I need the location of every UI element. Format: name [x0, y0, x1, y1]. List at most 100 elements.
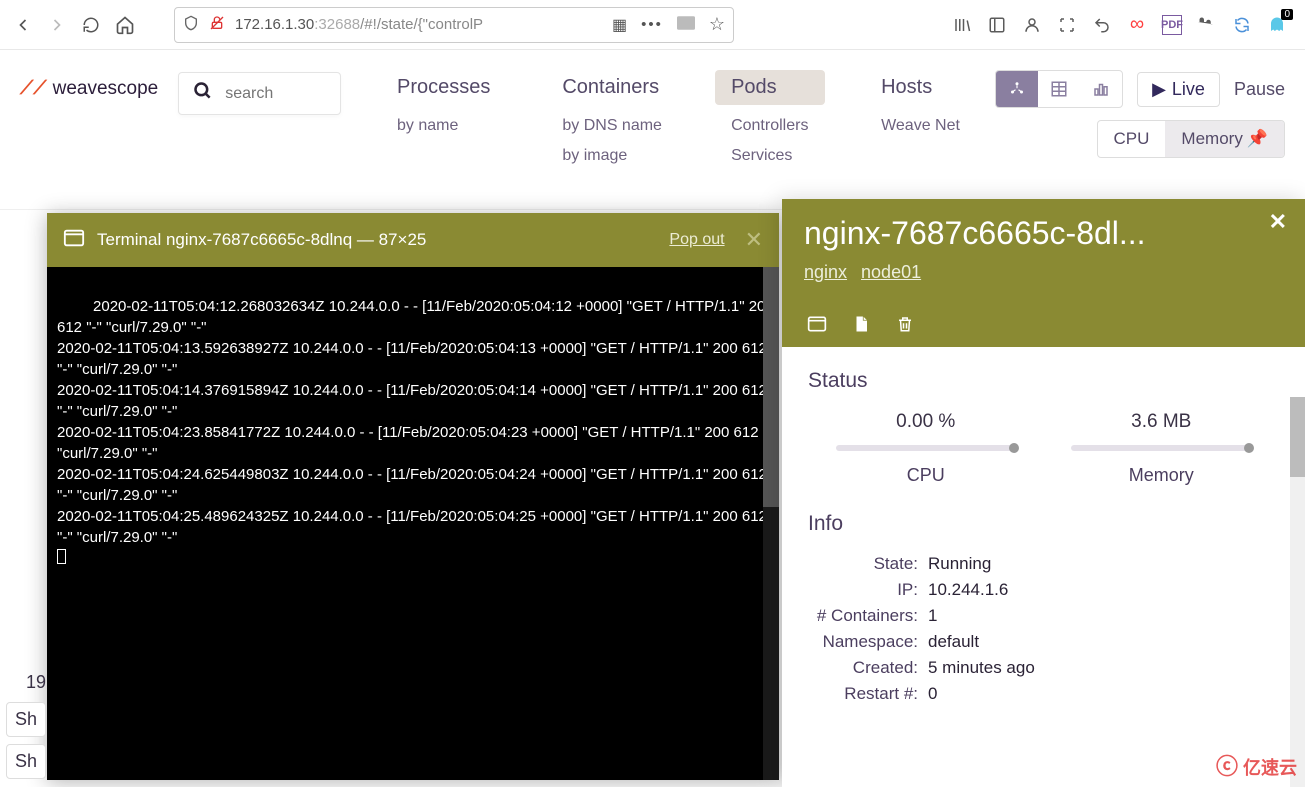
- logo-text: weavescope: [53, 78, 159, 100]
- nav-pods-controllers[interactable]: Controllers: [715, 117, 825, 135]
- forward-button[interactable]: [42, 10, 72, 40]
- info-created-val: 5 minutes ago: [928, 658, 1279, 678]
- info-title: Info: [808, 512, 1279, 536]
- info-namespace-key: Namespace:: [808, 632, 928, 652]
- detail-links: nginx node01: [804, 262, 1283, 283]
- extension-infinity-icon[interactable]: ∞: [1127, 15, 1147, 35]
- nav-containers-byimage[interactable]: by image: [546, 147, 675, 165]
- ghost-icon[interactable]: 0: [1267, 15, 1287, 35]
- terminal-icon: [63, 227, 85, 254]
- terminal-close[interactable]: ✕: [745, 227, 763, 253]
- metric-buttons: CPU Memory📌: [1097, 120, 1285, 158]
- search-input[interactable]: [225, 85, 326, 103]
- detail-title: nginx-7687c6665c-8dl...: [804, 215, 1283, 252]
- metric-memory[interactable]: Memory📌: [1165, 121, 1284, 157]
- view-resources-button[interactable]: [1080, 71, 1122, 107]
- node-count: 19: [6, 672, 46, 693]
- filter-btn-2[interactable]: Sh: [6, 744, 46, 779]
- pause-button[interactable]: Pause: [1234, 79, 1285, 100]
- back-button[interactable]: [8, 10, 38, 40]
- detail-terminal-icon[interactable]: [806, 313, 828, 335]
- status-memory: 3.6 MB Memory: [1071, 411, 1251, 486]
- view-graph-button[interactable]: [996, 71, 1038, 107]
- terminal-scrollbar[interactable]: [763, 267, 779, 780]
- view-mode-buttons: [995, 70, 1123, 108]
- info-restart-key: Restart #:: [808, 684, 928, 704]
- detail-link-nginx[interactable]: nginx: [804, 262, 847, 283]
- browser-toolbar: 172.16.1.30:32688/#!/state/{"controlP ▦ …: [0, 0, 1305, 50]
- url-bar[interactable]: 172.16.1.30:32688/#!/state/{"controlP ▦ …: [174, 7, 734, 43]
- memory-bar: [1071, 445, 1251, 451]
- detail-close[interactable]: ✕: [1269, 209, 1287, 235]
- cpu-label: CPU: [836, 465, 1016, 486]
- detail-delete-icon[interactable]: [894, 313, 916, 335]
- extensions-icon[interactable]: [1197, 15, 1217, 35]
- shield-icon: [183, 15, 199, 35]
- nav-processes-byname[interactable]: by name: [381, 117, 506, 135]
- info-state-key: State:: [808, 554, 928, 574]
- terminal-logs: 2020-02-11T05:04:12.268032634Z 10.244.0.…: [57, 298, 783, 546]
- pin-icon: 📌: [1247, 129, 1268, 148]
- screenshot-icon[interactable]: [1057, 15, 1077, 35]
- nav-containers-bydns[interactable]: by DNS name: [546, 117, 675, 135]
- status-cpu: 0.00 % CPU: [836, 411, 1016, 486]
- sync-icon[interactable]: [1232, 15, 1252, 35]
- insecure-icon: [209, 15, 225, 35]
- filter-btn-1[interactable]: Sh: [6, 702, 46, 737]
- info-table: State: Running IP: 10.244.1.6 # Containe…: [808, 554, 1279, 704]
- terminal-body[interactable]: 2020-02-11T05:04:12.268032634Z 10.244.0.…: [47, 267, 779, 780]
- view-table-button[interactable]: [1038, 71, 1080, 107]
- library-icon[interactable]: [952, 15, 972, 35]
- live-button[interactable]: ▶ Live: [1137, 72, 1220, 107]
- bookmark-star-icon[interactable]: ☆: [709, 14, 725, 35]
- qr-icon[interactable]: ▦: [612, 15, 627, 35]
- metric-cpu[interactable]: CPU: [1098, 121, 1166, 157]
- cpu-value: 0.00 %: [836, 411, 1016, 433]
- status-row: 0.00 % CPU 3.6 MB Memory: [808, 411, 1279, 486]
- search-icon: [193, 81, 213, 106]
- nav-hosts[interactable]: Hosts: [865, 70, 975, 105]
- info-state-val: Running: [928, 554, 1279, 574]
- sidebar-icon[interactable]: [987, 15, 1007, 35]
- nav-pods[interactable]: Pods: [715, 70, 825, 105]
- info-containers-val: 1: [928, 606, 1279, 626]
- account-icon[interactable]: [1022, 15, 1042, 35]
- watermark: ⓒ 亿速云: [1216, 749, 1297, 781]
- cpu-bar: [836, 445, 1016, 451]
- reload-button[interactable]: [76, 10, 106, 40]
- detail-scrollbar[interactable]: [1290, 397, 1305, 787]
- info-ip-val: 10.244.1.6: [928, 580, 1279, 600]
- nav-pods-services[interactable]: Services: [715, 147, 825, 165]
- memory-value: 3.6 MB: [1071, 411, 1251, 433]
- detail-panel: ✕ nginx-7687c6665c-8dl... nginx node01 S…: [782, 199, 1305, 787]
- nav-hosts-weavenet[interactable]: Weave Net: [865, 117, 975, 135]
- terminal-popout[interactable]: Pop out: [669, 231, 724, 249]
- terminal-cursor: [57, 549, 66, 564]
- memory-label: Memory: [1071, 465, 1251, 486]
- info-namespace-val: default: [928, 632, 1279, 652]
- play-icon: ▶: [1152, 79, 1166, 100]
- status-title: Status: [808, 369, 1279, 393]
- detail-header: ✕ nginx-7687c6665c-8dl... nginx node01: [782, 199, 1305, 301]
- reader-icon[interactable]: [677, 16, 695, 34]
- browser-actions: ∞ PDF 0: [952, 15, 1297, 35]
- nav-containers[interactable]: Containers: [546, 70, 675, 105]
- nav-groups: Processes by name Containers by DNS name…: [381, 70, 975, 165]
- info-ip-key: IP:: [808, 580, 928, 600]
- info-containers-key: # Containers:: [808, 606, 928, 626]
- terminal-header: Terminal nginx-7687c6665c-8dlnq — 87×25 …: [47, 213, 779, 267]
- pdf-icon[interactable]: PDF: [1162, 15, 1182, 35]
- logo[interactable]: ⟋⟋ weavescope: [20, 78, 158, 100]
- detail-logs-icon[interactable]: [850, 313, 872, 335]
- terminal-title: Terminal nginx-7687c6665c-8dlnq — 87×25: [97, 230, 657, 250]
- right-controls: ▶ Live Pause CPU Memory📌: [995, 70, 1285, 158]
- logo-icon: ⟋⟋: [20, 78, 47, 100]
- detail-link-node[interactable]: node01: [861, 262, 921, 283]
- search-box[interactable]: [178, 72, 341, 115]
- undo-icon[interactable]: [1092, 15, 1112, 35]
- nav-processes[interactable]: Processes: [381, 70, 506, 105]
- info-created-key: Created:: [808, 658, 928, 678]
- badge-count: 0: [1281, 9, 1293, 20]
- home-button[interactable]: [110, 10, 140, 40]
- more-icon[interactable]: •••: [641, 16, 663, 33]
